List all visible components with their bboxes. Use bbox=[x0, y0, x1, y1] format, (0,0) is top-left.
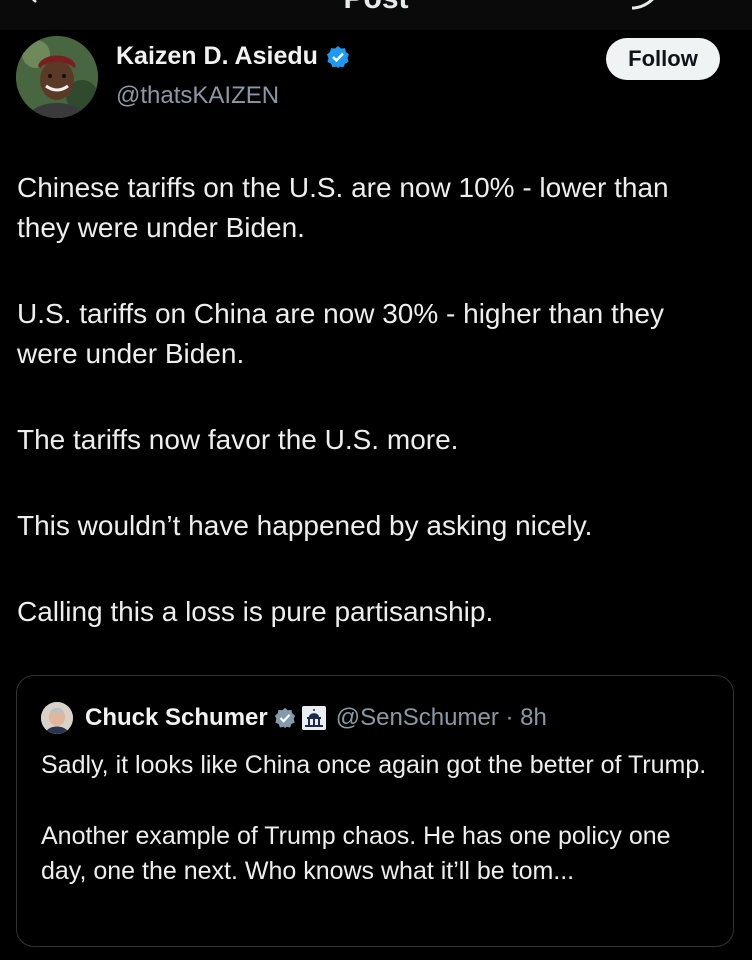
post-text: Chinese tariffs on the U.S. are now 10% … bbox=[17, 168, 717, 678]
gray-verified-badge-icon bbox=[274, 707, 295, 729]
quoted-post-header: Chuck Schumer @SenSchumer · 8h bbox=[41, 702, 547, 734]
author-name[interactable]: Kaizen D. Asiedu bbox=[116, 42, 318, 71]
author-name-row: Kaizen D. Asiedu bbox=[116, 42, 350, 71]
author-handle[interactable]: @thatsKAIZEN bbox=[116, 82, 279, 110]
post-paragraph: This wouldn’t have happened by asking ni… bbox=[17, 510, 593, 541]
post-paragraph: Calling this a loss is pure partisanship… bbox=[17, 596, 494, 627]
quoted-paragraph: Another example of Trump chaos. He has o… bbox=[41, 822, 671, 885]
verified-badge-icon bbox=[326, 45, 349, 68]
quoted-author-name: Chuck Schumer bbox=[85, 704, 268, 731]
post-paragraph: The tariffs now favor the U.S. more. bbox=[17, 424, 459, 455]
quoted-paragraph: Sadly, it looks like China once again go… bbox=[41, 751, 707, 779]
grok-icon[interactable] bbox=[628, 0, 664, 12]
quoted-handle-time: @SenSchumer · 8h bbox=[335, 704, 547, 731]
post-paragraph: Chinese tariffs on the U.S. are now 10% … bbox=[17, 172, 669, 243]
author-avatar[interactable] bbox=[16, 36, 98, 118]
quoted-author-avatar bbox=[41, 702, 73, 734]
top-bar: Post bbox=[0, 0, 752, 30]
follow-button[interactable]: Follow bbox=[606, 38, 720, 80]
quoted-post[interactable]: Chuck Schumer @SenSchumer · 8h Sadly, it… bbox=[16, 675, 734, 947]
post-author: Kaizen D. Asiedu @thatsKAIZEN Follow bbox=[16, 36, 736, 122]
capitol-icon bbox=[301, 706, 326, 730]
post-paragraph: U.S. tariffs on China are now 30% - high… bbox=[17, 298, 664, 369]
quoted-post-text: Sadly, it looks like China once again go… bbox=[41, 748, 721, 925]
